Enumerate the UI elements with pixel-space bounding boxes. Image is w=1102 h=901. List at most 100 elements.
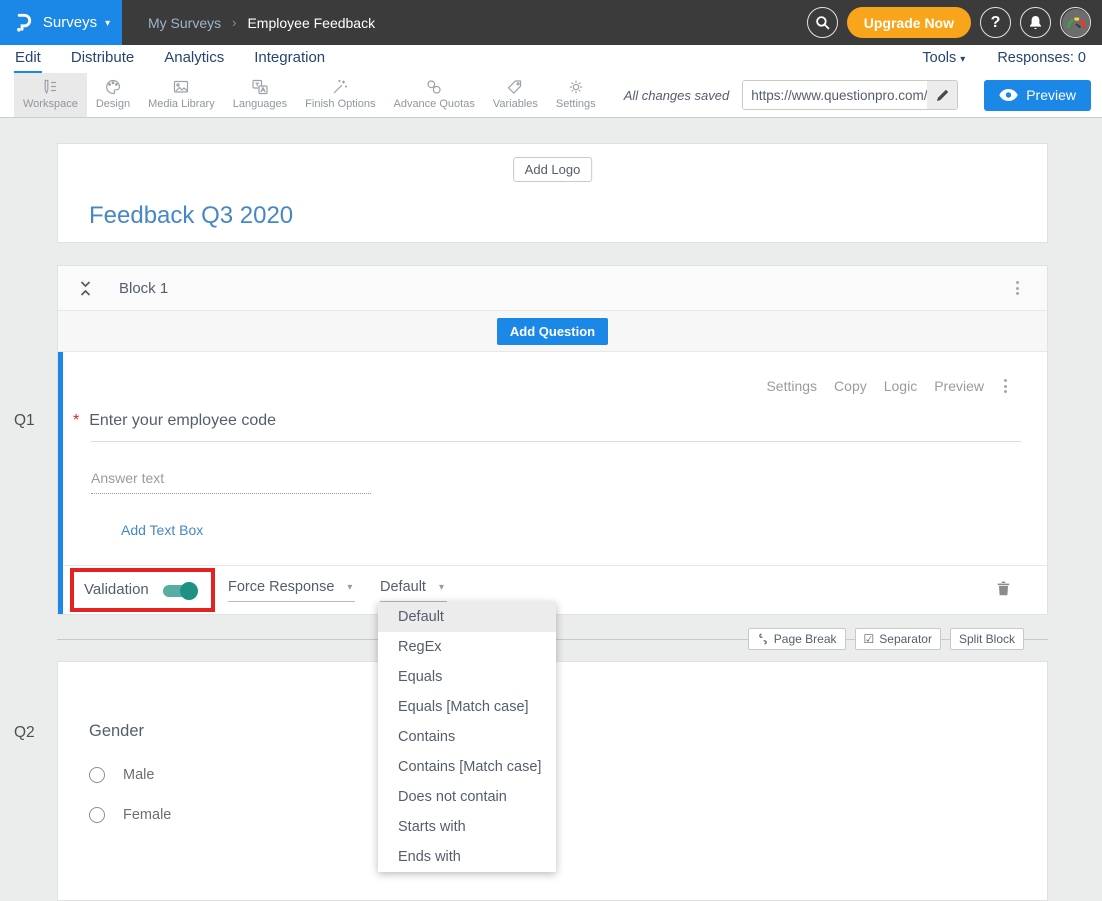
toggle-knob xyxy=(180,582,198,600)
validation-type-dropdown[interactable]: Default ▾ xyxy=(380,579,447,602)
survey-header-card: Add Logo Feedback Q3 2020 xyxy=(57,143,1048,243)
question-1-actions: Settings Copy Logic Preview xyxy=(766,378,1007,394)
edit-toolbar: Workspace Design Media Library Languages… xyxy=(0,73,1102,118)
trash-icon xyxy=(997,581,1010,596)
preview-label: Preview xyxy=(1026,87,1076,103)
questionpro-logo-icon xyxy=(12,11,35,34)
toolbar-settings[interactable]: Settings xyxy=(547,73,605,117)
kebab-menu-icon[interactable] xyxy=(1004,379,1007,393)
question-2-text[interactable]: Gender xyxy=(89,722,144,741)
menu-option-regex[interactable]: RegEx xyxy=(378,632,556,662)
radio-option-female-label: Female xyxy=(123,807,171,823)
checkbox-checked-icon: ☑ xyxy=(864,632,875,646)
toolbar-finish-options[interactable]: Finish Options xyxy=(296,73,384,117)
block-title[interactable]: Block 1 xyxy=(119,280,168,297)
tag-icon xyxy=(506,78,524,96)
add-logo-button[interactable]: Add Logo xyxy=(513,157,593,182)
breadcrumb-current-survey: Employee Feedback xyxy=(247,15,375,31)
topbar-actions: Upgrade Now ? xyxy=(807,7,1102,38)
breadcrumb: My Surveys › Employee Feedback xyxy=(148,15,375,31)
palette-icon xyxy=(104,78,122,96)
question-settings-link[interactable]: Settings xyxy=(766,378,817,394)
toolbar-variables[interactable]: Variables xyxy=(484,73,547,117)
breadcrumb-my-surveys[interactable]: My Surveys xyxy=(148,15,221,31)
radio-option-male[interactable]: Male xyxy=(89,767,154,783)
force-response-dropdown[interactable]: Force Response ▾ xyxy=(228,579,355,602)
menu-option-contains[interactable]: Contains xyxy=(378,722,556,752)
question-1-text[interactable]: Enter your employee code xyxy=(89,412,276,430)
search-button[interactable] xyxy=(807,7,838,38)
chevron-down-icon: ▾ xyxy=(960,54,965,65)
menu-option-equals[interactable]: Equals xyxy=(378,662,556,692)
survey-nav: Edit Distribute Analytics Integration To… xyxy=(0,45,1102,73)
separator-button[interactable]: ☑ Separator xyxy=(855,628,941,650)
chevron-down-icon: ▾ xyxy=(105,18,110,29)
notifications-button[interactable] xyxy=(1020,7,1051,38)
image-icon xyxy=(172,78,190,96)
magic-wand-icon xyxy=(331,78,349,96)
menu-option-ends-with[interactable]: Ends with xyxy=(378,842,556,872)
toolbar-right-group: All changes saved Preview xyxy=(624,80,1102,111)
toolbar-workspace[interactable]: Workspace xyxy=(14,73,87,117)
add-text-box-link[interactable]: Add Text Box xyxy=(121,522,203,538)
block-options-menu[interactable] xyxy=(1016,281,1019,295)
tab-distribute[interactable]: Distribute xyxy=(70,45,135,73)
product-menu[interactable]: Surveys ▾ xyxy=(0,0,122,45)
answer-text-field[interactable]: Answer text xyxy=(91,470,371,494)
tab-edit[interactable]: Edit xyxy=(14,45,42,73)
pencil-icon xyxy=(936,89,949,102)
search-icon xyxy=(815,15,830,30)
responses-count[interactable]: Responses: 0 xyxy=(997,50,1086,73)
validation-toggle[interactable] xyxy=(163,585,194,597)
toolbar-advance-quotas[interactable]: Advance Quotas xyxy=(384,73,483,117)
toolbar-languages-label: Languages xyxy=(233,98,287,110)
radio-option-female[interactable]: Female xyxy=(89,807,171,823)
chevron-down-icon: ▾ xyxy=(347,582,352,593)
radio-button-icon[interactable] xyxy=(89,807,105,823)
toolbar-languages[interactable]: Languages xyxy=(224,73,296,117)
page-break-button[interactable]: Page Break xyxy=(748,628,846,650)
tools-menu[interactable]: Tools ▾ xyxy=(922,50,965,73)
delete-question-button[interactable] xyxy=(997,581,1010,596)
preview-button[interactable]: Preview xyxy=(984,80,1091,111)
survey-url-input[interactable] xyxy=(743,81,927,109)
upgrade-now-button[interactable]: Upgrade Now xyxy=(847,7,971,38)
add-question-button[interactable]: Add Question xyxy=(497,318,608,345)
radio-option-male-label: Male xyxy=(123,767,154,783)
tools-label: Tools xyxy=(922,50,956,66)
validation-type-value: Default xyxy=(380,579,426,595)
question-2-number: Q2 xyxy=(14,724,35,742)
workspace-icon xyxy=(41,78,59,96)
edit-url-button[interactable] xyxy=(927,81,957,109)
bell-icon xyxy=(1028,15,1043,31)
menu-option-default[interactable]: Default xyxy=(378,602,556,632)
translate-icon xyxy=(251,78,269,96)
eye-icon xyxy=(999,89,1018,101)
question-1-number: Q1 xyxy=(14,412,35,430)
user-avatar[interactable] xyxy=(1060,7,1091,38)
menu-option-does-not-contain[interactable]: Does not contain xyxy=(378,782,556,812)
validation-type-menu: Default RegEx Equals Equals [Match case]… xyxy=(378,602,556,872)
menu-option-equals-match-case[interactable]: Equals [Match case] xyxy=(378,692,556,722)
help-button[interactable]: ? xyxy=(980,7,1011,38)
radio-button-icon[interactable] xyxy=(89,767,105,783)
add-question-strip: Add Question xyxy=(58,311,1047,352)
tab-integration[interactable]: Integration xyxy=(253,45,326,73)
survey-title[interactable]: Feedback Q3 2020 xyxy=(89,202,293,230)
collapse-block-icon[interactable] xyxy=(79,280,92,297)
page-break-label: Page Break xyxy=(774,632,837,646)
tab-analytics[interactable]: Analytics xyxy=(163,45,225,73)
toolbar-media-library[interactable]: Media Library xyxy=(139,73,224,117)
question-copy-link[interactable]: Copy xyxy=(834,378,867,394)
menu-option-contains-match-case[interactable]: Contains [Match case] xyxy=(378,752,556,782)
toolbar-media-library-label: Media Library xyxy=(148,98,215,110)
question-1-text-row: * Enter your employee code xyxy=(73,412,276,430)
validation-label: Validation xyxy=(84,581,149,598)
question-preview-link[interactable]: Preview xyxy=(934,378,984,394)
toolbar-design[interactable]: Design xyxy=(87,73,139,117)
question-text-underline xyxy=(91,441,1021,442)
question-logic-link[interactable]: Logic xyxy=(884,378,917,394)
menu-option-starts-with[interactable]: Starts with xyxy=(378,812,556,842)
product-menu-label: Surveys xyxy=(43,14,97,31)
split-block-button[interactable]: Split Block xyxy=(950,628,1024,650)
